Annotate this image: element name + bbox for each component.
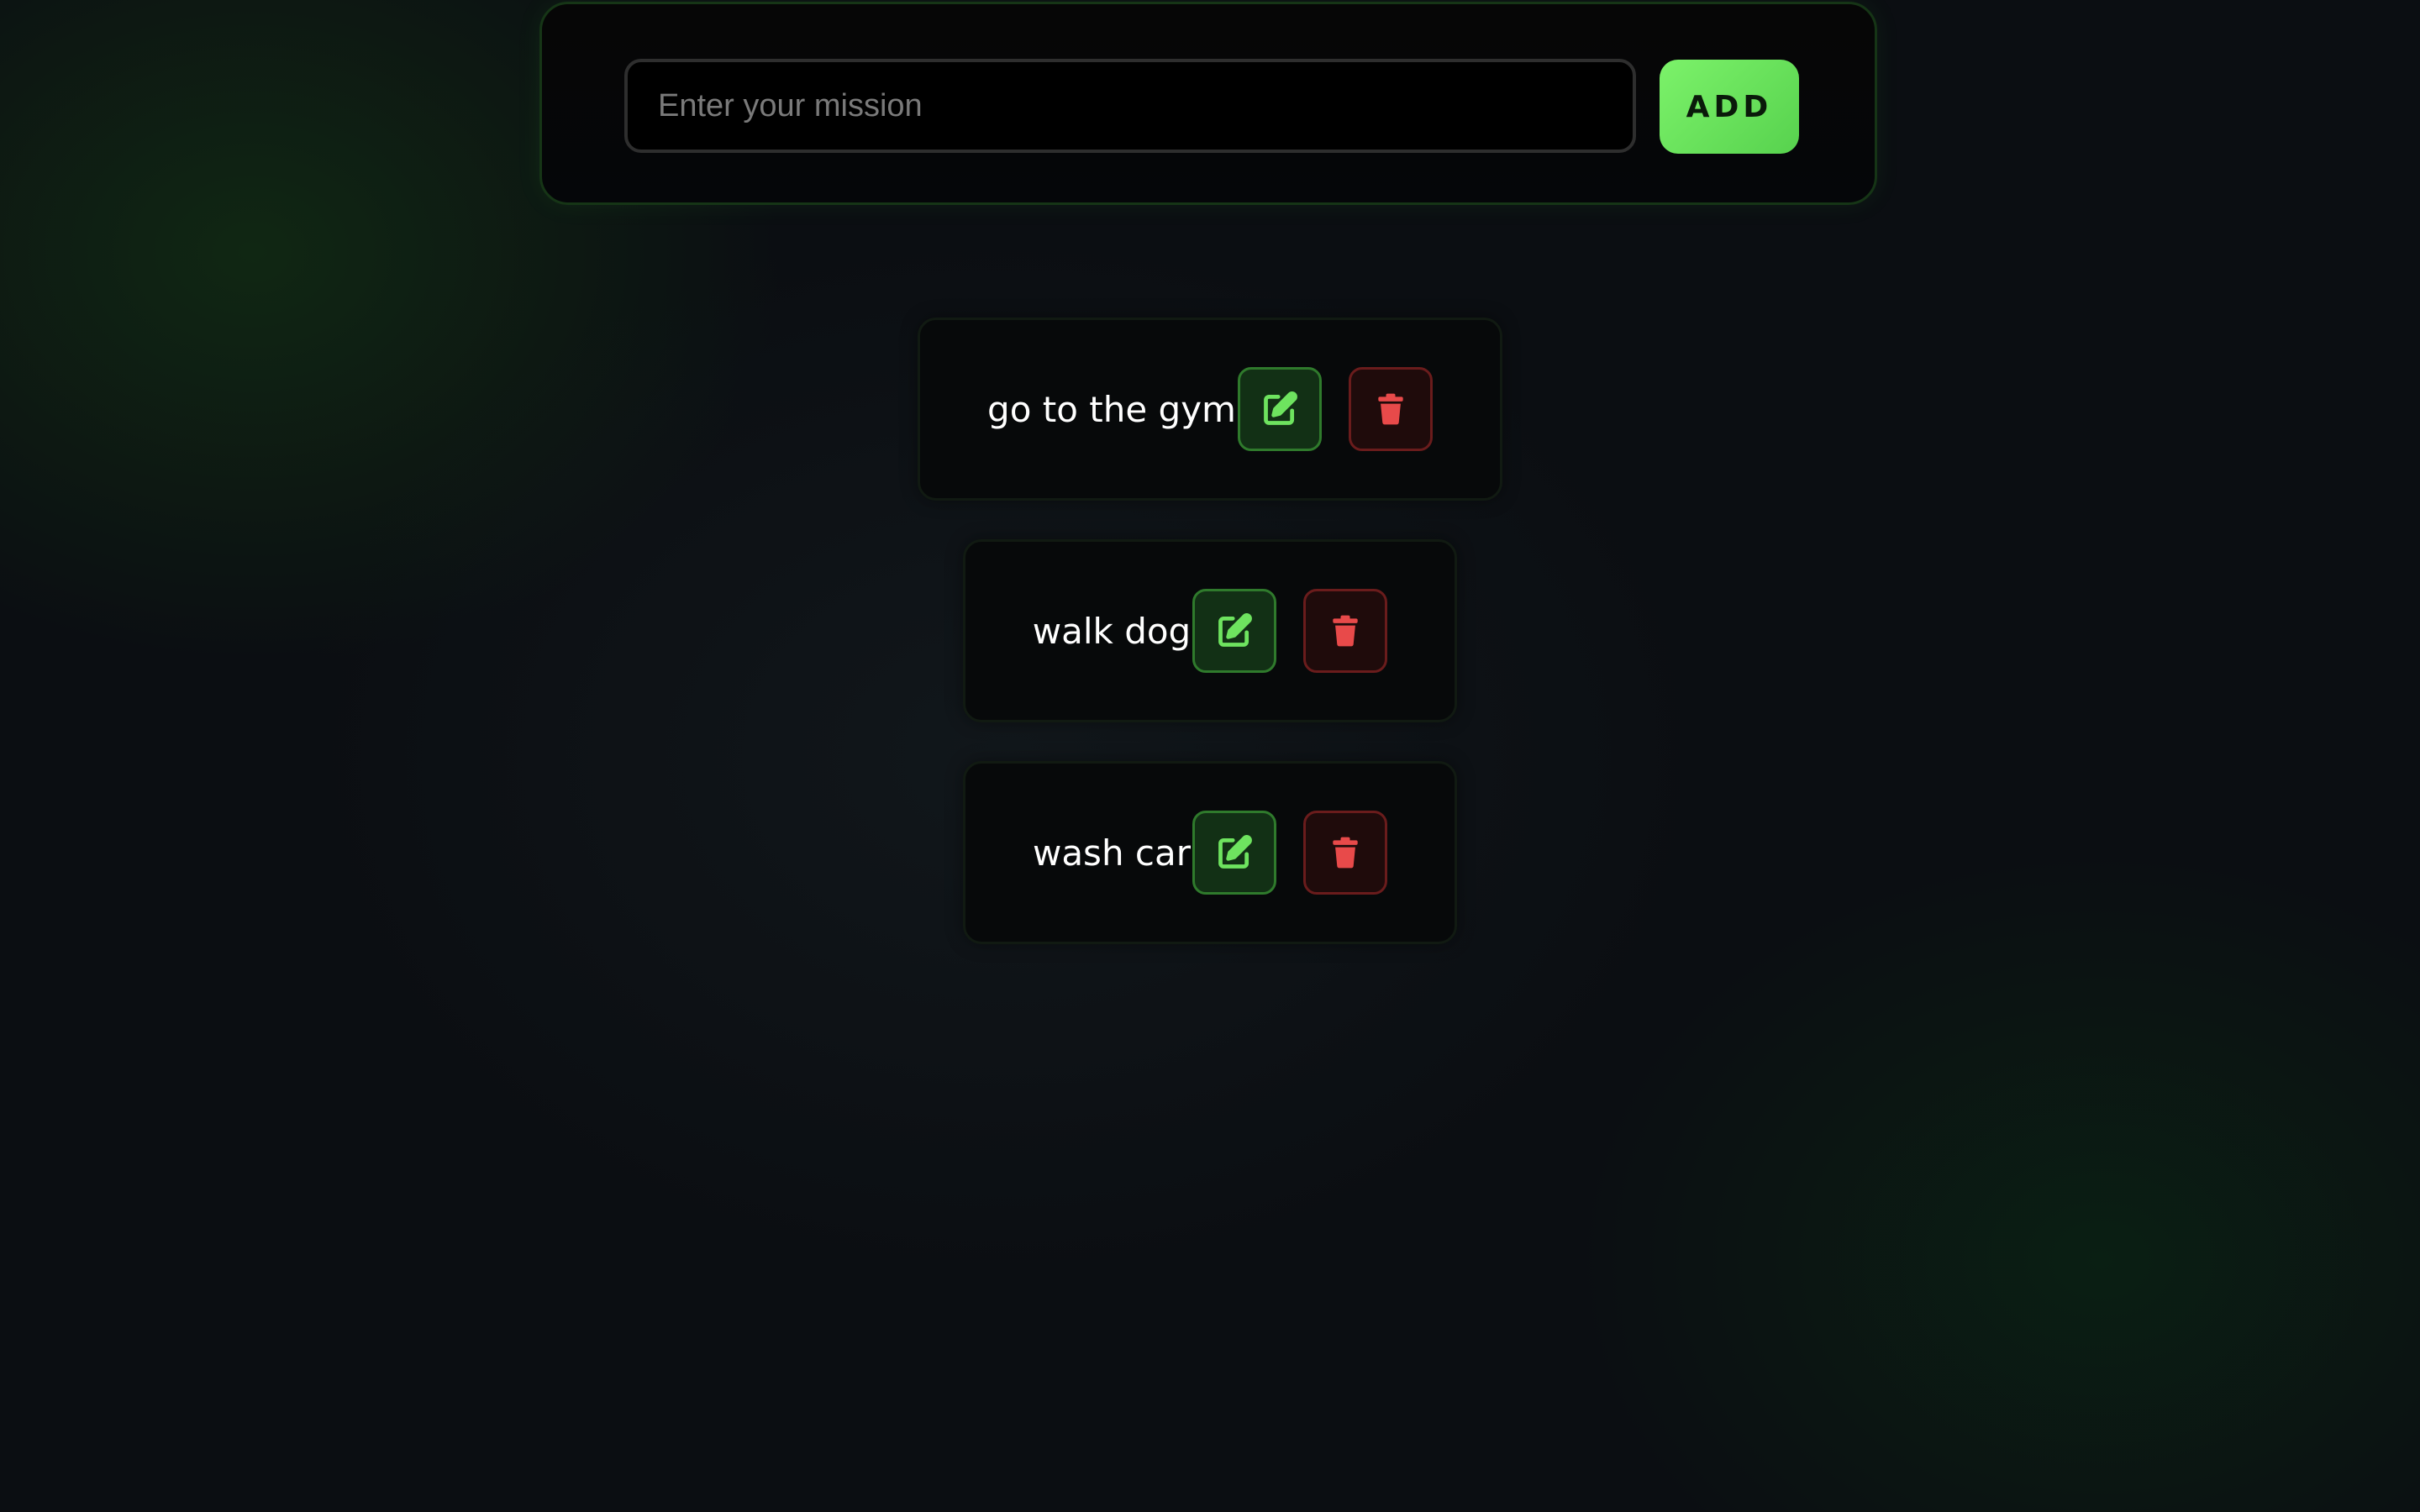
trash-icon <box>1372 391 1409 428</box>
delete-button[interactable] <box>1303 589 1388 673</box>
edit-button[interactable] <box>1192 589 1277 673</box>
trash-icon <box>1327 834 1364 871</box>
edit-button[interactable] <box>1237 367 1322 451</box>
edit-icon <box>1216 834 1253 871</box>
todo-text: wash car <box>1032 832 1192 874</box>
add-button[interactable]: ADD <box>1660 60 1799 154</box>
edit-icon <box>1261 391 1298 428</box>
todo-item: go to the gym <box>918 318 1502 501</box>
todo-item: wash car <box>962 761 1458 944</box>
mission-input-panel: ADD <box>539 2 1877 205</box>
edit-icon <box>1216 612 1253 649</box>
delete-button[interactable] <box>1348 367 1433 451</box>
delete-button[interactable] <box>1303 811 1388 895</box>
trash-icon <box>1327 612 1364 649</box>
todo-text: walk dog <box>1032 610 1192 652</box>
edit-button[interactable] <box>1192 811 1277 895</box>
todo-text: go to the gym <box>987 388 1236 430</box>
todo-item: walk dog <box>962 539 1458 722</box>
mission-input[interactable] <box>624 59 1636 153</box>
todo-list: go to the gym walk dog wash car <box>0 318 2420 944</box>
